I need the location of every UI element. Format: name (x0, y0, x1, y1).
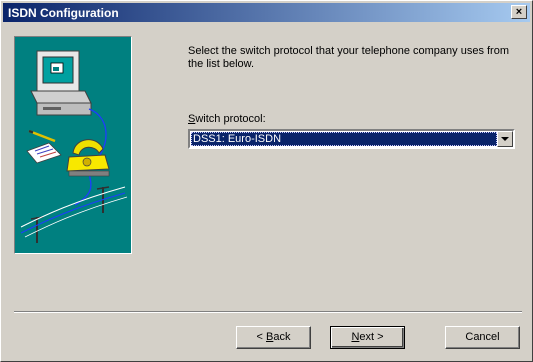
switch-protocol-label: Switch protocol: (188, 113, 266, 125)
close-icon: × (515, 6, 523, 18)
instructions-text: Select the switch protocol that your tel… (188, 45, 510, 70)
title-bar: ISDN Configuration × (3, 3, 530, 22)
back-button[interactable]: < Back (236, 326, 311, 349)
cancel-button[interactable]: Cancel (445, 326, 520, 349)
telephone-handset-icon (72, 139, 104, 156)
back-button-prefix: < (256, 331, 266, 343)
illustration-panel (14, 36, 132, 254)
isdn-configuration-dialog: ISDN Configuration × Select the switch p… (0, 0, 533, 362)
next-button[interactable]: Next > (330, 326, 405, 349)
chevron-down-icon[interactable] (497, 131, 513, 147)
switch-protocol-label-text: witch protocol: (195, 113, 266, 125)
switch-protocol-value: DSS1: Euro-ISDN (191, 132, 497, 146)
cancel-button-label: Cancel (465, 331, 500, 343)
close-button[interactable]: × (511, 5, 527, 19)
paper-icon (26, 142, 62, 164)
switch-protocol-select[interactable]: DSS1: Euro-ISDN (188, 129, 515, 149)
computer-telephone-isdn-illustration (20, 50, 128, 243)
next-button-label: ext > (359, 331, 384, 343)
separator (14, 311, 522, 313)
window-title: ISDN Configuration (8, 6, 119, 20)
back-button-label: ack (273, 331, 291, 343)
